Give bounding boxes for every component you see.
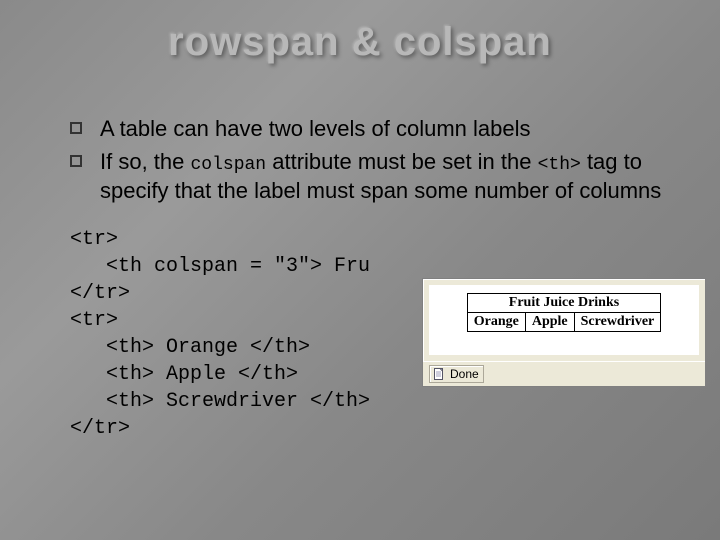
table-header: Screwdriver <box>574 313 661 332</box>
table-header-span: Fruit Juice Drinks <box>467 294 661 313</box>
text-part: attribute must be set in the <box>266 149 537 174</box>
table-row: Orange Apple Screwdriver <box>467 313 661 332</box>
bullet-item: If so, the colspan attribute must be set… <box>70 148 680 206</box>
example-content: Fruit Juice Drinks Orange Apple Screwdri… <box>429 285 699 355</box>
status-cell: Done <box>429 365 484 383</box>
bullet-item: A table can have two levels of column la… <box>70 115 680 144</box>
example-window: Fruit Juice Drinks Orange Apple Screwdri… <box>422 278 706 387</box>
status-text: Done <box>450 367 479 381</box>
slide-title: rowspan & colspan <box>40 20 680 65</box>
table-row: Fruit Juice Drinks <box>467 294 661 313</box>
square-bullet-icon <box>70 122 82 134</box>
table-header: Apple <box>525 313 574 332</box>
table-header: Orange <box>467 313 525 332</box>
status-bar: Done <box>423 361 705 386</box>
code-inline: <th> <box>538 155 581 175</box>
slide: rowspan & colspan A table can have two l… <box>0 0 720 540</box>
text-part: If so, the <box>100 149 191 174</box>
document-done-icon <box>432 367 446 381</box>
bullet-text: A table can have two levels of column la… <box>100 115 680 144</box>
bullet-text: If so, the colspan attribute must be set… <box>100 148 680 206</box>
code-inline: colspan <box>191 155 267 175</box>
square-bullet-icon <box>70 155 82 167</box>
bullet-list: A table can have two levels of column la… <box>70 115 680 206</box>
demo-table: Fruit Juice Drinks Orange Apple Screwdri… <box>467 293 662 332</box>
